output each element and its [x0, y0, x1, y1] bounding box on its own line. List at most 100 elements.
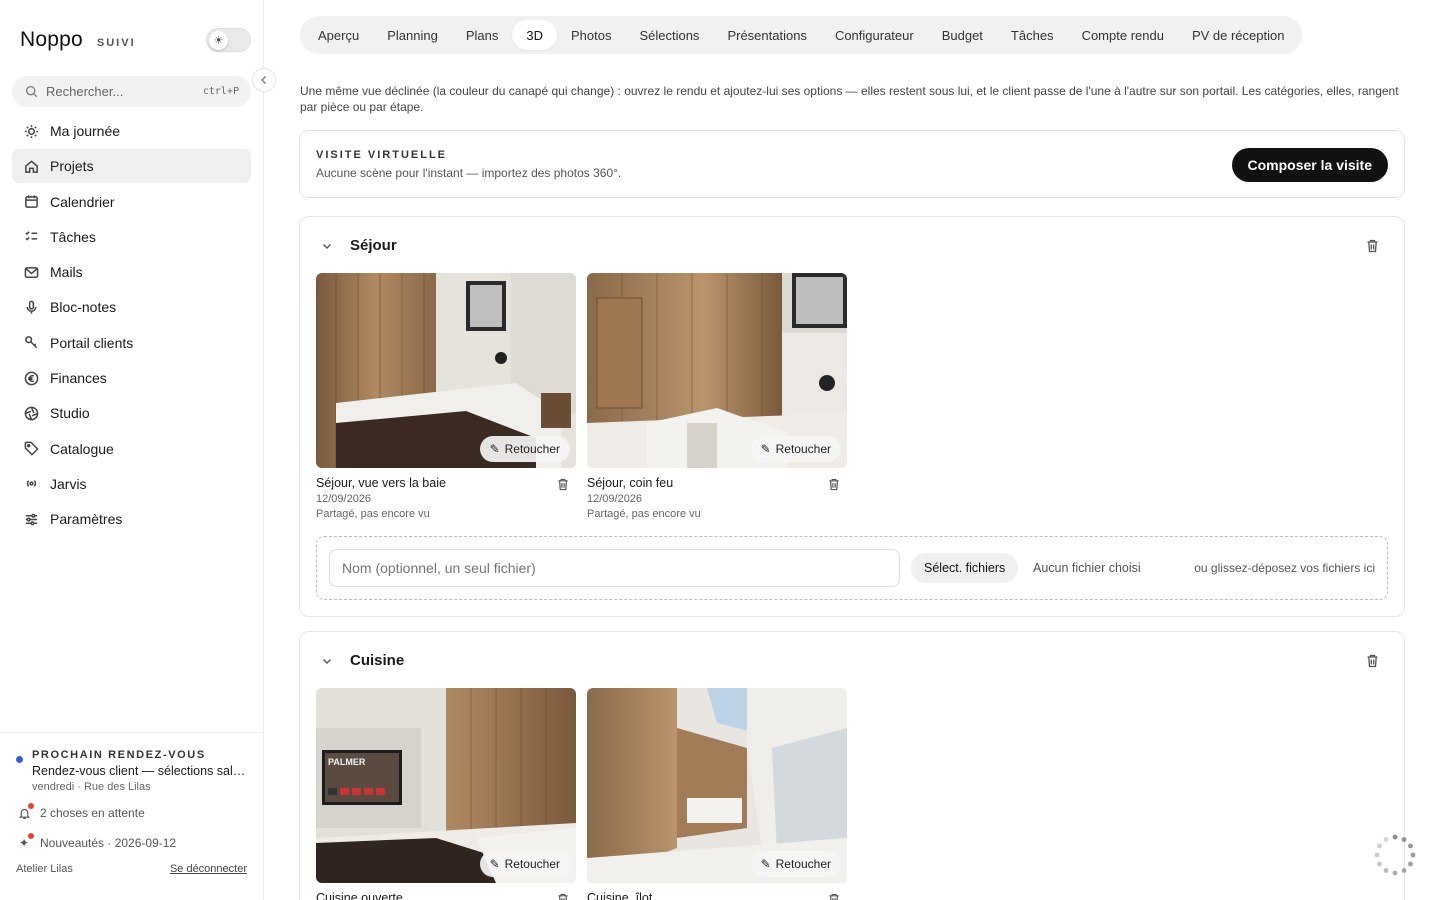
render-card: ✎ Retoucher Cuisine, îlot	[587, 688, 847, 900]
render-date: 12/09/2026	[587, 493, 643, 505]
sidebar-item-parametres[interactable]: Paramètres	[12, 502, 251, 536]
sidebar-item-taches[interactable]: Tâches	[12, 220, 251, 254]
retouch-button[interactable]: ✎ Retoucher	[750, 851, 841, 877]
tab-planning[interactable]: Planning	[373, 20, 452, 50]
chevron-down-icon[interactable]	[320, 654, 334, 668]
retouch-label: Retoucher	[775, 442, 831, 456]
search-placeholder: Rechercher...	[46, 84, 124, 99]
section-header[interactable]: Séjour	[320, 237, 397, 254]
upload-dropzone[interactable]: Sélect. fichiers Aucun fichier choisi ou…	[316, 536, 1388, 600]
sidebar-item-label: Projets	[50, 158, 94, 175]
pencil-icon: ✎	[760, 442, 771, 456]
sidebar-item-label: Portail clients	[50, 334, 134, 351]
brand[interactable]: Noppo SUIVI	[20, 28, 136, 52]
section-title: Cuisine	[350, 652, 405, 669]
tab-3d[interactable]: 3D	[512, 20, 557, 50]
search-shortcut: ctrl+P	[202, 86, 239, 97]
render-title[interactable]: Cuisine, îlot	[587, 891, 847, 900]
tab-taches[interactable]: Tâches	[997, 20, 1068, 50]
section-title: Séjour	[350, 237, 397, 254]
trash-icon[interactable]	[1366, 654, 1380, 668]
retouch-button[interactable]: ✎ Retoucher	[750, 436, 841, 462]
pending-notifications[interactable]: 2 choses en attente	[16, 803, 247, 821]
sidebar: Noppo SUIVI ☀ Rechercher... ctrl+P Ma jo…	[0, 0, 264, 900]
retouch-button[interactable]: ✎ Retoucher	[479, 436, 570, 462]
sidebar-footer: PROCHAIN RENDEZ-VOUS Rendez-vous client …	[0, 732, 263, 875]
render-title[interactable]: Séjour, vue vers la baie	[316, 476, 576, 490]
tab-selections[interactable]: Sélections	[625, 20, 713, 50]
tab-photos[interactable]: Photos	[557, 20, 625, 50]
sidebar-item-ma-journee[interactable]: Ma journée	[12, 114, 251, 148]
workspace-name: Atelier Lilas	[16, 863, 73, 875]
section-header[interactable]: Cuisine	[320, 652, 404, 669]
intro-text: Une même vue déclinée (la couleur du can…	[300, 84, 1399, 114]
compose-tour-button[interactable]: Composer la visite	[1231, 148, 1388, 182]
sparkle-icon: ✦	[16, 833, 34, 851]
sidebar-item-projets[interactable]: Projets	[12, 149, 251, 184]
tab-budget[interactable]: Budget	[928, 20, 997, 50]
render-share-status: Partagé, pas encore vu	[587, 508, 701, 520]
sidebar-item-calendrier[interactable]: Calendrier	[12, 185, 251, 219]
broadcast-icon	[22, 475, 40, 493]
sidebar-item-label: Catalogue	[50, 440, 114, 457]
sidebar-item-portail-clients[interactable]: Portail clients	[12, 326, 251, 360]
project-tabs: Aperçu Planning Plans 3D Photos Sélectio…	[300, 16, 1303, 54]
render-date: 12/09/2026	[316, 493, 372, 505]
pending-label: 2 choses en attente	[40, 806, 145, 820]
collapse-sidebar-button[interactable]	[252, 68, 276, 92]
sidebar-item-mails[interactable]: Mails	[12, 255, 251, 289]
retouch-button[interactable]: ✎ Retoucher	[479, 851, 570, 877]
news-label: Nouveautés · 2026-09-12	[40, 836, 177, 850]
sidebar-item-finances[interactable]: Finances	[12, 361, 251, 395]
trash-icon[interactable]	[557, 478, 570, 491]
tab-pv-reception[interactable]: PV de réception	[1178, 20, 1299, 50]
render-thumbnail[interactable]: PALMER ✎ Retoucher	[316, 688, 576, 883]
select-files-button[interactable]: Sélect. fichiers	[911, 553, 1019, 583]
trash-icon[interactable]	[557, 893, 570, 900]
sidebar-item-label: Bloc-notes	[50, 299, 117, 316]
logout-link[interactable]: Se déconnecter	[170, 863, 247, 875]
render-name-input[interactable]	[329, 549, 900, 587]
render-thumbnail[interactable]: ✎ Retoucher	[587, 688, 847, 883]
search-icon	[24, 85, 38, 99]
loading-spinner-icon	[1373, 833, 1417, 877]
news-link[interactable]: ✦ Nouveautés · 2026-09-12	[16, 833, 247, 851]
render-title[interactable]: Cuisine ouverte	[316, 891, 576, 900]
render-card: ✎ Retoucher Séjour, vue vers la baie 12/…	[316, 273, 576, 520]
render-title[interactable]: Séjour, coin feu	[587, 476, 847, 490]
theme-toggle[interactable]: ☀	[206, 28, 251, 52]
tab-configurateur[interactable]: Configurateur	[821, 20, 928, 50]
render-thumbnail[interactable]: ✎ Retoucher	[587, 273, 847, 468]
sidebar-item-label: Ma journée	[50, 123, 121, 139]
retouch-label: Retoucher	[504, 857, 560, 871]
chevron-down-icon[interactable]	[320, 239, 334, 253]
sidebar-item-label: Calendrier	[50, 193, 115, 210]
tab-plans[interactable]: Plans	[452, 20, 513, 50]
trash-icon[interactable]	[828, 478, 841, 491]
next-appointment-title[interactable]: Rendez-vous client — sélections salle de…	[32, 764, 247, 778]
sidebar-item-bloc-notes[interactable]: Bloc-notes	[12, 290, 251, 324]
pencil-icon: ✎	[760, 857, 771, 871]
render-card: PALMER ✎ Retoucher Cuisine ouverte	[316, 688, 576, 900]
sun-icon	[22, 122, 40, 140]
trash-icon[interactable]	[828, 893, 841, 900]
aperture-icon	[22, 404, 40, 422]
calendar-icon	[22, 193, 40, 211]
sidebar-item-jarvis[interactable]: Jarvis	[12, 467, 251, 501]
drop-hint: ou glissez-déposez vos fichiers ici	[1194, 561, 1375, 575]
tab-compte-rendu[interactable]: Compte rendu	[1068, 20, 1178, 50]
sidebar-item-catalogue[interactable]: Catalogue	[12, 432, 251, 466]
sidebar-item-label: Paramètres	[50, 511, 123, 528]
sidebar-item-studio[interactable]: Studio	[12, 396, 251, 430]
sidebar-item-label: Jarvis	[50, 475, 87, 492]
retouch-label: Retoucher	[504, 442, 560, 456]
render-thumbnail[interactable]: ✎ Retoucher	[316, 273, 576, 468]
tab-presentations[interactable]: Présentations	[713, 20, 821, 50]
search-input[interactable]: Rechercher... ctrl+P	[12, 76, 251, 107]
key-icon	[22, 334, 40, 352]
render-share-status: Partagé, pas encore vu	[316, 508, 430, 520]
tab-apercu[interactable]: Aperçu	[304, 20, 373, 50]
main-content: Aperçu Planning Plans 3D Photos Sélectio…	[264, 0, 1440, 900]
trash-icon[interactable]	[1366, 239, 1380, 253]
euro-icon	[22, 369, 40, 387]
